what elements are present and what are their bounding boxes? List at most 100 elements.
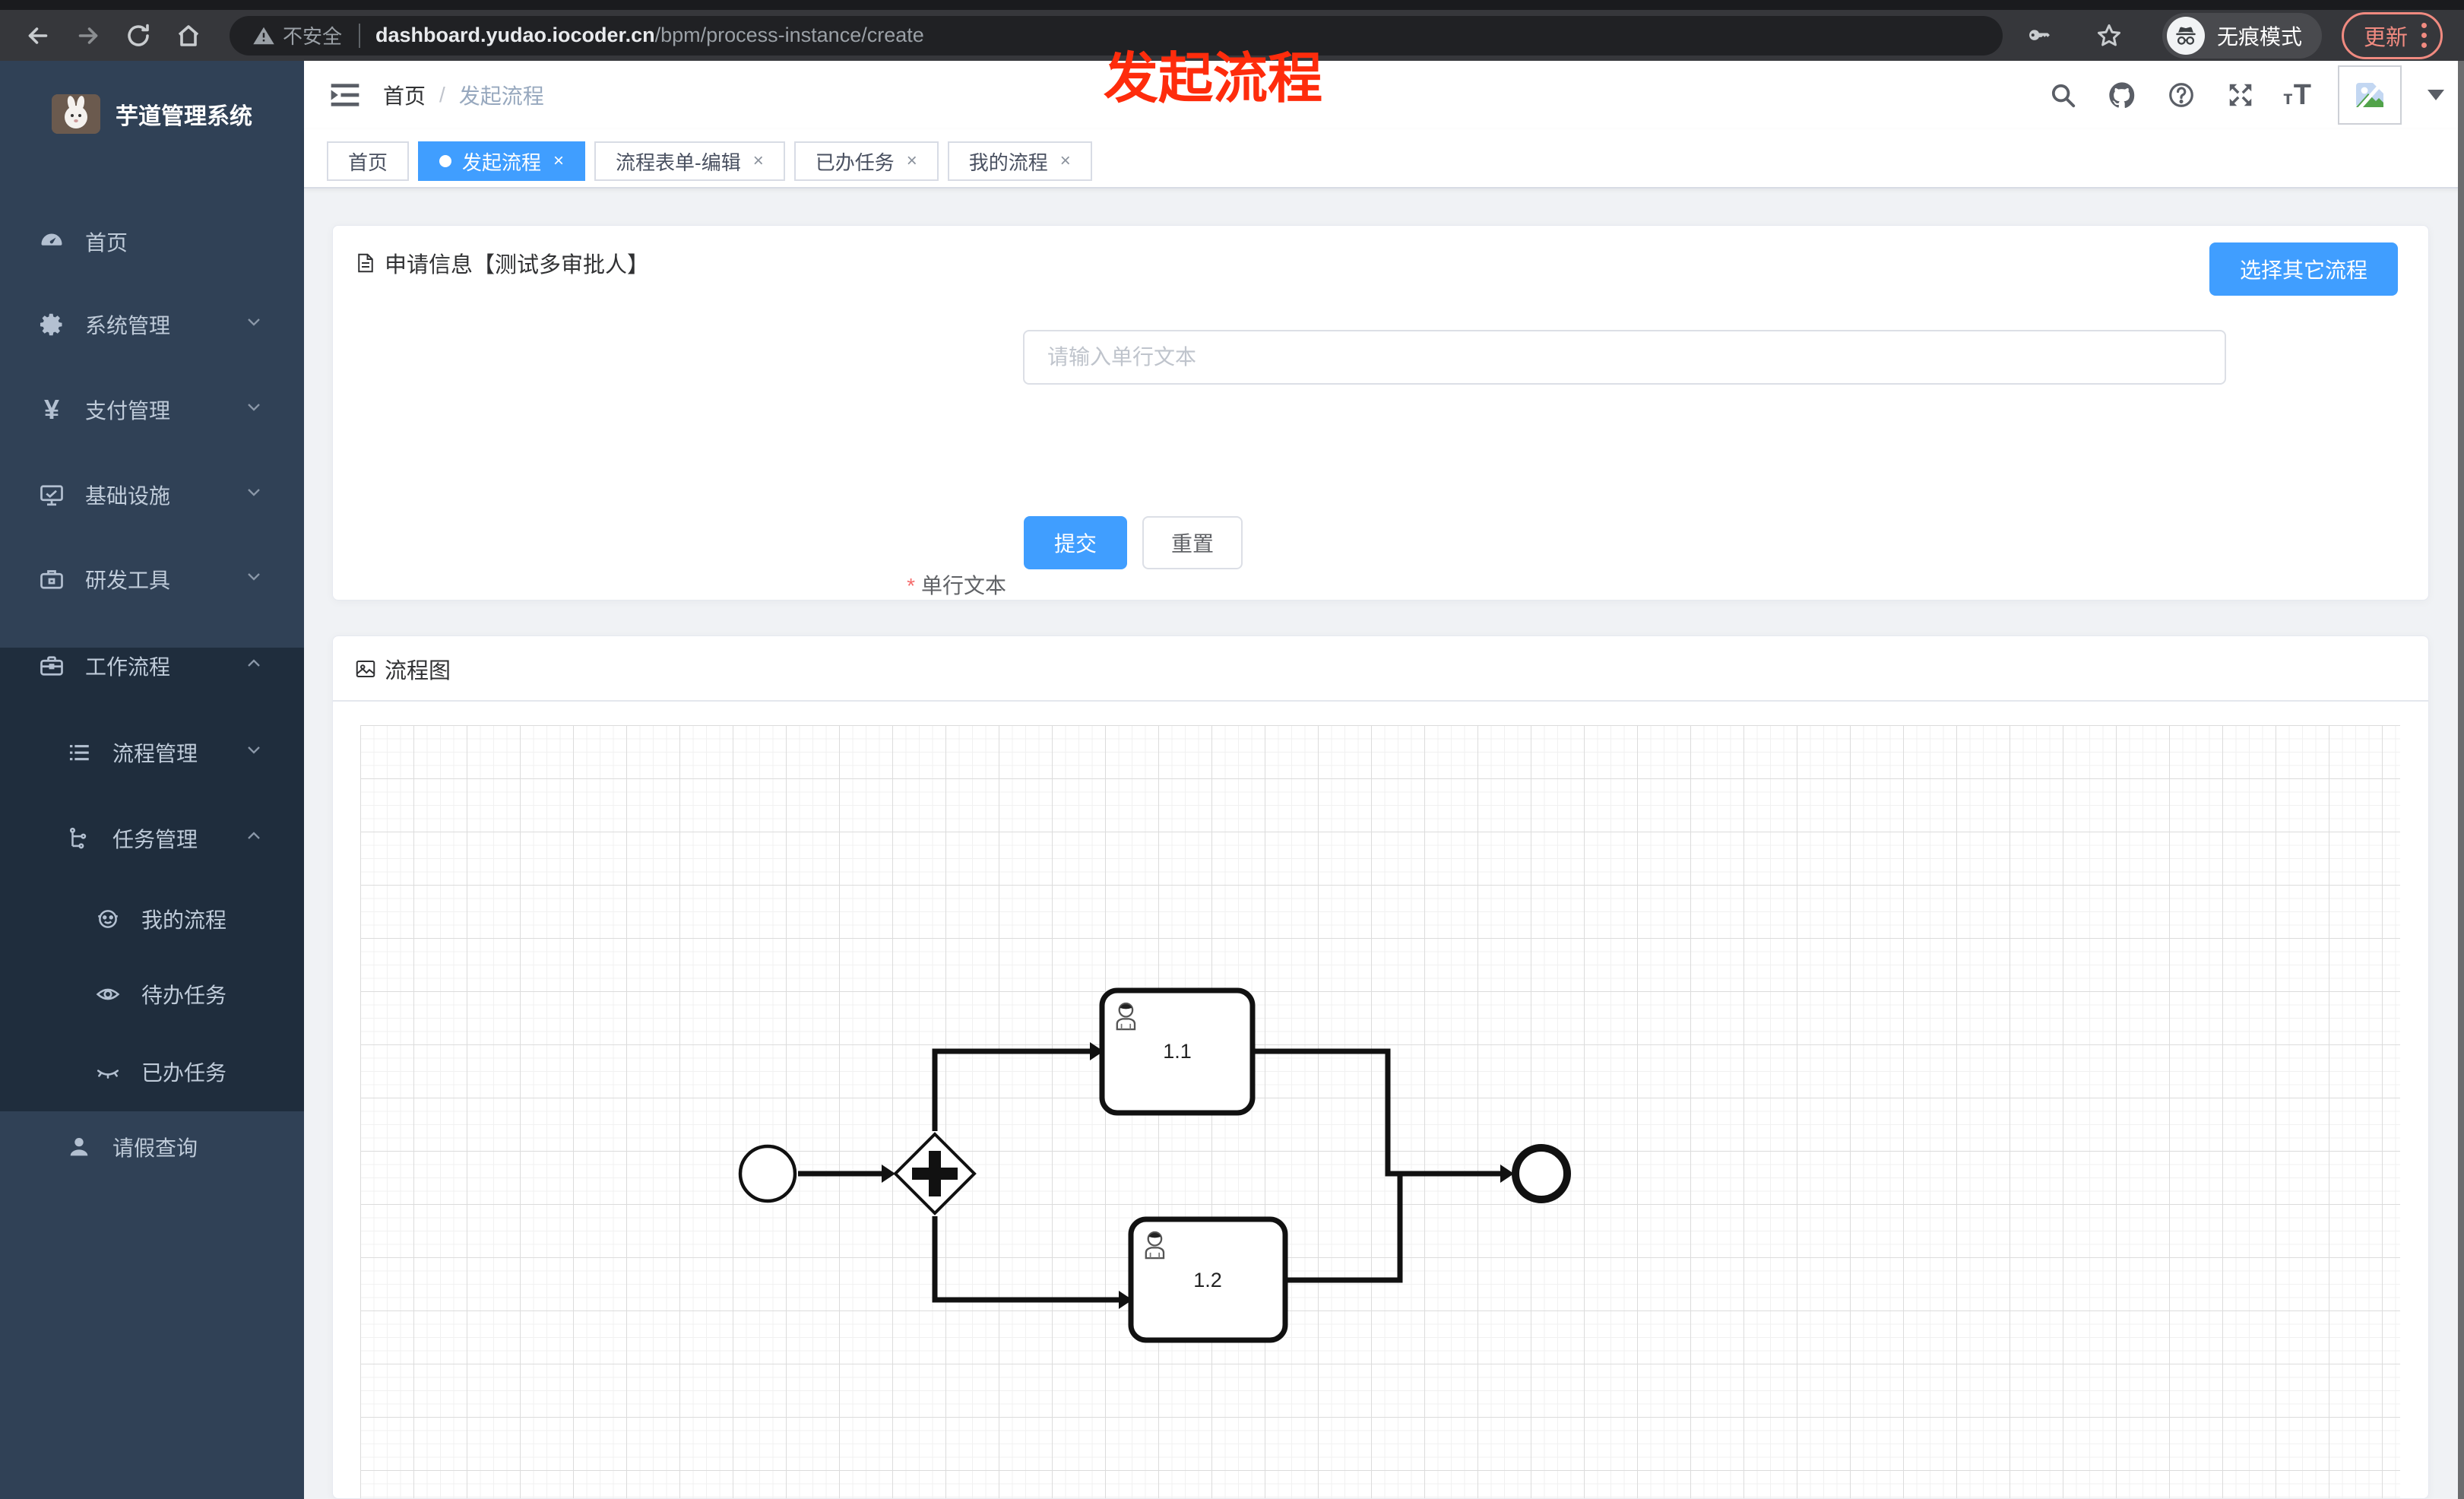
sidebar-item-label: 流程管理: [112, 742, 198, 765]
sidebar-item-label: 工作流程: [85, 655, 171, 679]
list-icon: [65, 739, 93, 766]
sidebar-item-label: 基础设施: [85, 484, 171, 508]
breadcrumb-current: 发起流程: [458, 84, 544, 108]
toolbox-icon: [38, 566, 65, 593]
apply-info-card: 申请信息【测试多审批人】 选择其它流程 *单行文本 *多选框组 选项一 选项二 …: [332, 225, 2429, 686]
incognito-badge: 无痕模式: [2162, 12, 2322, 59]
sidebar-item-done-tasks[interactable]: 已办任务: [0, 1031, 304, 1113]
tab-start-process[interactable]: 发起流程 ×: [418, 141, 586, 181]
close-icon[interactable]: ×: [553, 152, 564, 170]
end-event[interactable]: [1512, 1144, 1571, 1203]
user-icon: [65, 1133, 93, 1161]
briefcase-icon: [38, 652, 65, 680]
tab-label: 我的流程: [968, 151, 1048, 174]
reload-icon[interactable]: [122, 19, 155, 52]
sidebar-collapse-icon[interactable]: [328, 78, 362, 112]
app-title: 芋道管理系统: [116, 104, 252, 129]
tab-label: 发起流程: [462, 151, 542, 174]
browser-menu-icon[interactable]: [2421, 23, 2427, 48]
chevron-down-icon: [243, 312, 264, 338]
bpmn-canvas[interactable]: 1.1 1.2: [360, 725, 2400, 1498]
tab-done-tasks[interactable]: 已办任务 ×: [793, 141, 939, 181]
back-icon[interactable]: [21, 19, 55, 52]
sidebar-item-payment[interactable]: ¥ 支付管理: [0, 369, 304, 451]
sidebar-item-dev-tools[interactable]: 研发工具: [0, 538, 304, 620]
user-task-1[interactable]: 1.1: [1099, 987, 1256, 1116]
app-logo: [52, 94, 100, 134]
flow-task1-to-end: [1253, 1048, 1502, 1177]
tab-label: 流程表单-编辑: [616, 151, 741, 174]
sidebar-item-system[interactable]: 系统管理: [0, 284, 304, 366]
eye-closed-icon: [94, 1058, 122, 1085]
reset-button[interactable]: 重置: [1142, 516, 1243, 569]
window-right-edge[interactable]: [2458, 61, 2464, 1499]
face-icon: [94, 905, 122, 933]
avatar[interactable]: [2338, 65, 2402, 125]
breadcrumb-separator: /: [439, 83, 445, 106]
dashboard-icon: [38, 228, 65, 255]
submit-button[interactable]: 提交: [1024, 516, 1128, 569]
sidebar-item-workflow[interactable]: 工作流程: [0, 625, 304, 707]
close-icon[interactable]: ×: [1060, 152, 1071, 170]
font-size-icon[interactable]: тT: [2283, 79, 2312, 112]
search-icon[interactable]: [2046, 78, 2079, 112]
image-icon: [356, 661, 375, 677]
chevron-down-icon: [243, 397, 264, 423]
url-separator: [359, 23, 361, 48]
sidebar-item-label: 支付管理: [85, 399, 171, 423]
tags-view-bar: 首页 发起流程 × 流程表单-编辑 × 已办任务 × 我的流程 ×: [304, 129, 2464, 189]
sidebar-item-task-mgmt[interactable]: 任务管理: [0, 797, 304, 879]
fullscreen-icon[interactable]: [2224, 78, 2257, 112]
tab-form-edit[interactable]: 流程表单-编辑 ×: [594, 141, 785, 181]
app-logo-row[interactable]: 芋道管理系统: [0, 76, 304, 152]
url-path: /bpm/process-instance/create: [654, 24, 924, 46]
flow-task2-join: [1285, 1176, 1403, 1283]
help-icon[interactable]: [2165, 78, 2198, 112]
github-icon[interactable]: [2105, 78, 2139, 112]
security-label: 不安全: [283, 25, 343, 48]
tab-my-process[interactable]: 我的流程 ×: [947, 141, 1092, 181]
tab-home[interactable]: 首页: [327, 141, 410, 181]
task2-label: 1.2: [1193, 1269, 1222, 1291]
forward-icon[interactable]: [71, 19, 105, 52]
tab-label: 已办任务: [815, 151, 895, 174]
close-icon[interactable]: ×: [753, 152, 764, 170]
sidebar-item-my-process[interactable]: 我的流程: [0, 878, 304, 960]
sidebar-item-todo-tasks[interactable]: 待办任务: [0, 953, 304, 1035]
home-icon[interactable]: [172, 19, 205, 52]
sidebar-item-label: 我的流程: [141, 908, 227, 932]
eye-icon: [94, 981, 122, 1008]
site-security-warning[interactable]: 不安全: [252, 21, 342, 49]
sidebar-item-leave-query[interactable]: 请假查询: [0, 1106, 304, 1188]
incognito-icon: [2166, 16, 2205, 55]
app-root: 不安全 dashboard.yudao.iocoder.cn/bpm/proce…: [0, 0, 2464, 1499]
choose-other-process-button[interactable]: 选择其它流程: [2209, 242, 2398, 296]
sidebar-item-home[interactable]: 首页: [0, 201, 304, 283]
gear-icon: [38, 311, 65, 338]
diagram-title: 流程图: [385, 659, 451, 683]
avatar-dropdown-caret[interactable]: [2428, 90, 2444, 100]
yen-icon: ¥: [43, 394, 60, 425]
single-line-text-input[interactable]: [1023, 330, 2226, 385]
chevron-up-icon: [243, 826, 264, 852]
chevron-up-icon: [243, 653, 264, 680]
sidebar-item-process-mgmt[interactable]: 流程管理: [0, 711, 304, 794]
sidebar-item-infrastructure[interactable]: 基础设施: [0, 454, 304, 536]
text-field-label: 单行文本: [920, 574, 1006, 597]
update-label: 更新: [2363, 25, 2408, 50]
browser-update-button[interactable]: 更新: [2341, 11, 2443, 59]
user-task-2[interactable]: 1.2: [1128, 1216, 1288, 1343]
bpmn-diagram: 1.1 1.2: [738, 987, 1571, 1343]
breadcrumb-home[interactable]: 首页: [383, 80, 426, 110]
parallel-gateway[interactable]: [893, 1132, 977, 1215]
sidebar-item-label: 首页: [85, 231, 128, 255]
close-icon[interactable]: ×: [907, 152, 917, 170]
breadcrumb: 首页 / 发起流程: [383, 61, 544, 129]
document-icon: [358, 253, 373, 273]
annotation-title: 发起流程: [1104, 49, 1323, 109]
start-event[interactable]: [738, 1144, 797, 1203]
bookmark-star-icon[interactable]: [2092, 19, 2126, 52]
tab-label: 首页: [348, 151, 388, 174]
password-key-icon[interactable]: [2022, 19, 2056, 52]
browser-tab-strip: [0, 0, 2464, 10]
